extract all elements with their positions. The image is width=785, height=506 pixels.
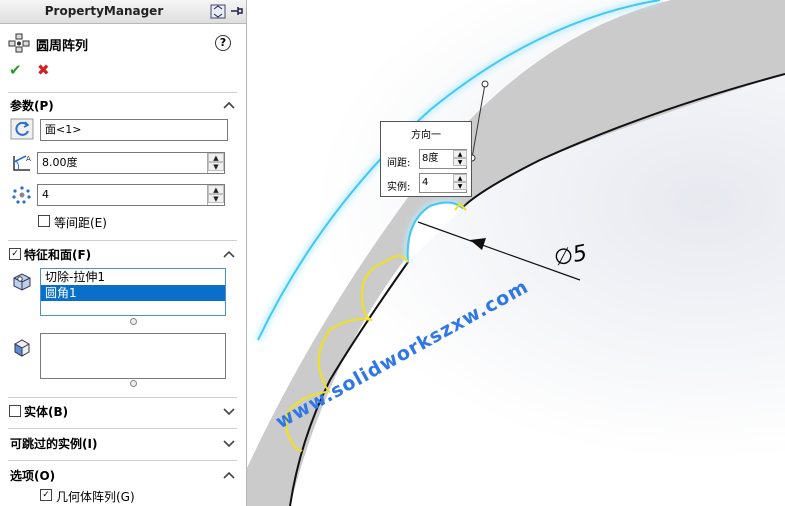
expand-chevron-icon[interactable] <box>222 436 236 450</box>
bodies-checkbox[interactable] <box>9 405 21 417</box>
faces-listbox[interactable] <box>40 333 226 379</box>
features-listbox[interactable]: 切除-拉伸1 圆角1 <box>40 268 226 316</box>
expand-chevron-icon[interactable] <box>222 404 236 418</box>
list-item[interactable]: 切除-拉伸1 <box>41 269 225 285</box>
angle-icon: A <box>10 152 34 174</box>
divider <box>8 92 237 93</box>
instances-field[interactable]: 4 <box>37 184 225 206</box>
expand-panel-icon[interactable] <box>210 4 226 19</box>
property-manager-title: PropertyManager <box>44 4 164 18</box>
part-ring-face[interactable] <box>247 0 785 506</box>
feature-title-row: 圆周阵列 ? <box>0 30 246 56</box>
list-item[interactable]: 圆角1 <box>41 285 225 301</box>
help-icon[interactable]: ? <box>215 35 231 51</box>
divider <box>8 428 237 429</box>
circular-pattern-icon <box>8 33 30 53</box>
property-manager-panel: PropertyManager 圆周阵列 ? ✔ ✖ 参数(P) 面<1> A … <box>0 0 247 506</box>
instances-icon <box>10 184 34 206</box>
angle-spinner[interactable]: ▲ ▼ <box>207 153 224 173</box>
callout-instances-label: 实例: <box>387 182 411 193</box>
callout-spacing-spinner[interactable]: ▲ ▼ <box>453 150 467 168</box>
collapse-chevron-icon[interactable] <box>222 468 236 482</box>
geometry-pattern-label: 几何体阵列(G) <box>56 490 135 504</box>
resize-grip-icon[interactable] <box>130 380 137 387</box>
pattern-axis-field[interactable]: 面<1> <box>40 119 228 141</box>
collapse-chevron-icon[interactable] <box>222 98 236 112</box>
features-faces-checkbox[interactable]: ✓ <box>9 248 21 260</box>
callout-spacing-label: 间距: <box>387 158 411 169</box>
equal-spacing-label: 等间距(E) <box>54 216 107 230</box>
skip-instances-section-title[interactable]: 可跳过的实例(I) <box>10 435 97 452</box>
feature-name: 圆周阵列 <box>36 39 89 54</box>
faces-to-pattern-icon <box>10 336 34 358</box>
bodies-section-title[interactable]: 实体(B) <box>24 403 68 420</box>
collapse-chevron-icon[interactable] <box>222 247 236 261</box>
callout-title: 方向一 <box>411 130 441 141</box>
features-to-pattern-icon <box>10 270 34 292</box>
features-faces-section-title[interactable]: 特征和面(F) <box>24 246 91 263</box>
parameters-section-title[interactable]: 参数(P) <box>10 97 54 114</box>
divider <box>8 397 237 398</box>
equal-spacing-checkbox[interactable] <box>38 215 50 227</box>
rotation-axis-icon[interactable] <box>10 118 34 140</box>
options-section-title[interactable]: 选项(O) <box>10 467 55 484</box>
direction-callout: 方向一 间距: 8度 ▲ ▼ 实例: 4 ▲ ▼ <box>380 121 472 197</box>
ok-button[interactable]: ✔ <box>9 61 22 79</box>
part-geometry <box>247 0 785 506</box>
angle-field[interactable]: 8.00度 <box>37 152 225 174</box>
divider <box>8 460 237 461</box>
geometry-pattern-checkbox[interactable]: ✓ <box>40 489 52 501</box>
cancel-button[interactable]: ✖ <box>37 61 50 79</box>
resize-grip-icon[interactable] <box>130 318 137 325</box>
graphics-viewport[interactable]: ∅5 www.solidworkszxw.com <box>247 0 785 506</box>
callout-instances-spinner[interactable]: ▲ ▼ <box>453 174 467 192</box>
divider <box>8 240 237 241</box>
svg-text:A: A <box>26 155 31 163</box>
pin-icon[interactable] <box>229 4 245 19</box>
instances-spinner[interactable]: ▲ ▼ <box>207 185 224 205</box>
property-manager-header: PropertyManager <box>0 0 246 24</box>
